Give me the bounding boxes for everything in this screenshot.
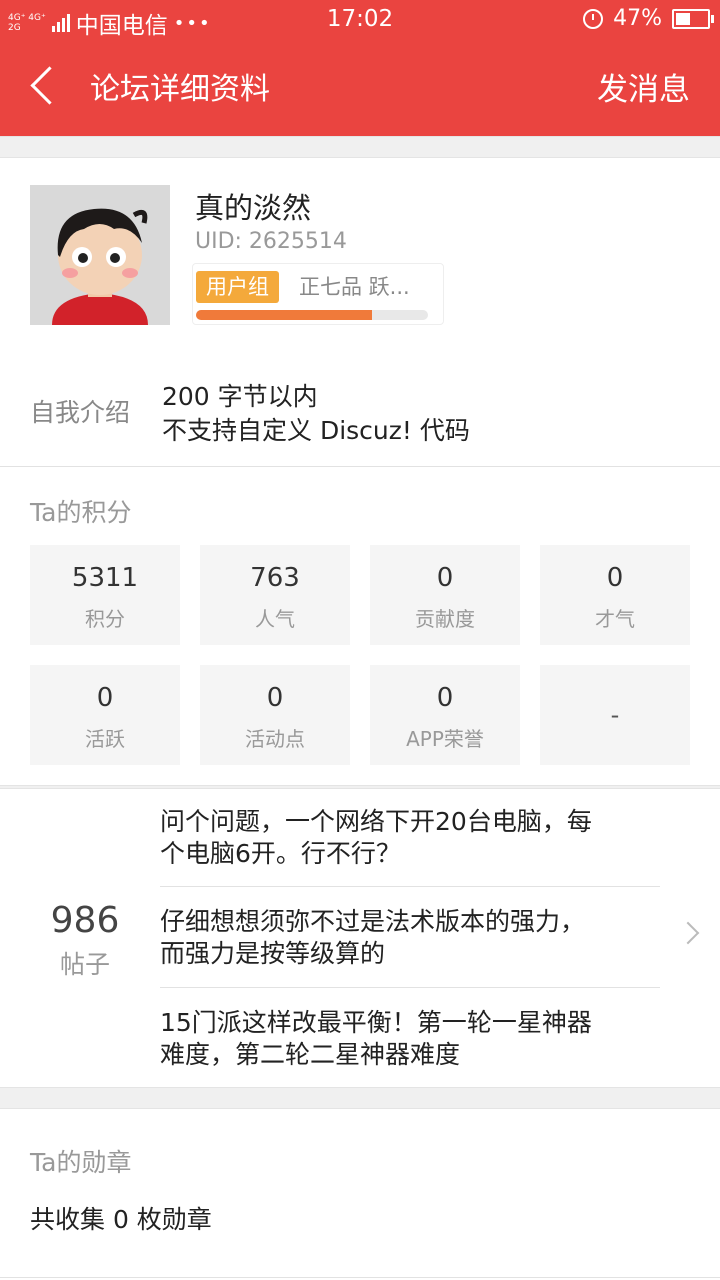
avatar-image [30, 185, 170, 325]
section-gap [0, 136, 720, 158]
page-title: 论坛详细资料 [90, 72, 270, 107]
score-label: 贡献度 [415, 607, 475, 631]
score-value: 5311 [71, 563, 139, 593]
intro-line-1: 200 字节以内 [162, 382, 318, 411]
post-line-2: 个电脑6开。行不行？ [160, 839, 401, 868]
posts-number: 986 [50, 900, 120, 941]
post-line-2: 而强力是按等级算的 [160, 939, 386, 968]
status-bar: 4G⁺ 4G⁺ 2G 中国电信 ••• 17:02 47% [0, 0, 720, 39]
avatar[interactable] [30, 185, 170, 325]
intro-text: 200 字节以内 不支持自定义 Discuz! 代码 [162, 380, 470, 448]
score-value: 0 [96, 683, 114, 713]
score-value: 0 [266, 683, 284, 713]
level-progress-fill [196, 310, 373, 320]
username: 真的淡然 [195, 191, 312, 225]
medals-count-text: 共收集 0 枚勋章 [30, 1205, 212, 1234]
score-cell-app-honor: 0 APP荣誉 [370, 665, 520, 765]
divider [0, 1277, 720, 1278]
score-label: 活动点 [245, 727, 305, 751]
post-item[interactable]: 15门派这样改最平衡！第一轮一星神器 难度，第二轮二星神器难度 [160, 1007, 660, 1071]
post-line-1: 问个问题，一个网络下开20台电脑，每 [160, 807, 592, 836]
intro-label: 自我介绍 [30, 398, 131, 427]
score-cell-activity: 0 活跃 [30, 665, 180, 765]
score-value: 0 [436, 563, 454, 593]
score-cell-points: 5311 积分 [30, 545, 180, 645]
score-value: 0 [436, 683, 454, 713]
section-gap [0, 1087, 720, 1109]
battery-icon [672, 8, 714, 29]
post-line-2: 难度，第二轮二星神器难度 [160, 1040, 461, 1069]
score-label: 积分 [85, 607, 125, 631]
battery-percent: 47% [613, 6, 662, 31]
divider [0, 466, 720, 467]
post-line-1: 15门派这样改最平衡！第一轮一星神器 [160, 1008, 592, 1037]
score-label: 才气 [595, 607, 635, 631]
score-cell-popularity: 763 人气 [200, 545, 350, 645]
user-group-box[interactable]: 用户组 正七品 跃... [192, 263, 444, 325]
post-line-1: 仔细想想须弥不过是法术版本的强力， [160, 907, 586, 936]
score-label: APP荣誉 [406, 727, 484, 751]
nav-bar: 论坛详细资料 发消息 [0, 38, 720, 136]
score-value: - [610, 701, 620, 729]
top-bar: 4G⁺ 4G⁺ 2G 中国电信 ••• 17:02 47% 论坛详细资料 发消息 [0, 0, 720, 136]
posts-count: 986 帖子 [30, 900, 140, 981]
score-cell-contribution: 0 贡献度 [370, 545, 520, 645]
scores-title: Ta的积分 [30, 498, 132, 527]
user-id: UID: 2625514 [195, 229, 347, 254]
level-progress-bar [196, 310, 428, 320]
intro-line-2: 不支持自定义 Discuz! 代码 [162, 416, 470, 445]
medals-title: Ta的勋章 [30, 1148, 132, 1177]
user-group-rank: 正七品 跃... [299, 275, 410, 299]
score-value: 763 [250, 563, 300, 593]
score-cell-event-points: 0 活动点 [200, 665, 350, 765]
back-arrow-icon [30, 66, 69, 105]
score-label: 人气 [255, 607, 295, 631]
score-value: 0 [606, 563, 624, 593]
post-item[interactable]: 仔细想想须弥不过是法术版本的强力， 而强力是按等级算的 [160, 906, 660, 970]
post-divider [160, 987, 660, 988]
score-cell-empty: - [540, 665, 690, 765]
status-right: 47% [583, 6, 714, 31]
post-item[interactable]: 问个问题，一个网络下开20台电脑，每 个电脑6开。行不行？ [160, 806, 660, 870]
alarm-icon [583, 8, 604, 29]
post-divider [160, 886, 660, 887]
back-button[interactable] [18, 58, 74, 114]
send-message-button[interactable]: 发消息 [597, 64, 690, 109]
posts-label: 帖子 [59, 950, 110, 979]
user-group-tag: 用户组 [196, 271, 279, 303]
score-cell-talent: 0 才气 [540, 545, 690, 645]
score-label: 活跃 [85, 727, 125, 751]
